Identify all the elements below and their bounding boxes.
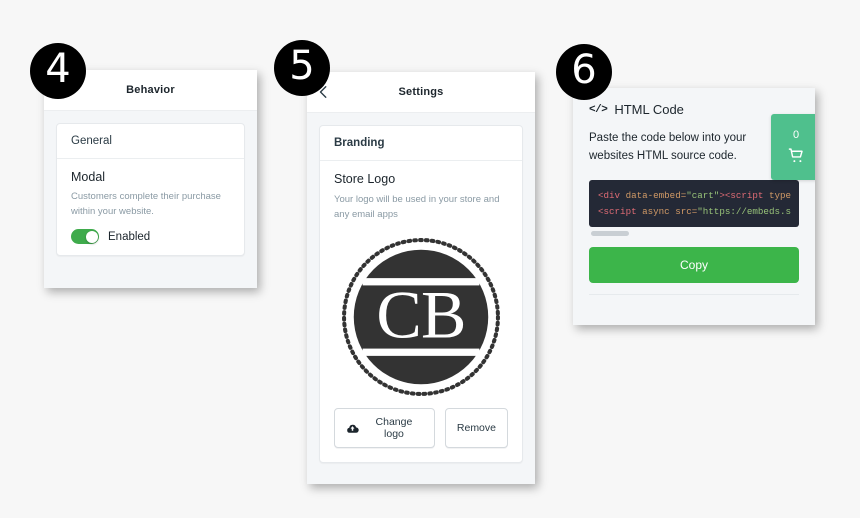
shopping-cart-icon bbox=[788, 147, 805, 164]
store-logo-title: Store Logo bbox=[334, 172, 396, 186]
branding-row: Branding bbox=[320, 126, 522, 161]
cart-count: 0 bbox=[792, 129, 800, 141]
code-line: <div data-embed="cart"><script type bbox=[598, 188, 799, 204]
code-horizontal-scrollbar[interactable] bbox=[591, 231, 629, 237]
general-row[interactable]: General bbox=[57, 124, 244, 159]
branding-card: Branding Store Logo Your logo will be us… bbox=[319, 125, 523, 464]
change-logo-button[interactable]: Change logo bbox=[334, 408, 435, 449]
store-logo-preview: CB bbox=[320, 222, 522, 408]
html-code-body: 0 </> HTML Code Paste the code below int… bbox=[573, 88, 815, 296]
modal-row: Modal Customers complete their purchase … bbox=[57, 159, 244, 255]
general-label: General bbox=[71, 135, 112, 147]
code-token: "cart" bbox=[686, 189, 720, 201]
cloud-upload-icon bbox=[346, 422, 359, 435]
code-brackets-icon: </> bbox=[589, 103, 608, 116]
html-code-panel: 0 </> HTML Code Paste the code below int… bbox=[573, 88, 815, 325]
behavior-card: General Modal Customers complete their p… bbox=[56, 123, 245, 257]
html-code-heading: </> HTML Code bbox=[589, 102, 799, 117]
toggle-label: Enabled bbox=[108, 230, 151, 243]
step-badge-6-number: 6 bbox=[571, 47, 597, 93]
code-line: <script async src="https://embeds.s bbox=[598, 204, 799, 220]
logo-actions: Change logo Remove bbox=[320, 408, 522, 462]
page-title: Settings bbox=[398, 86, 444, 98]
cart-widget[interactable]: 0 bbox=[771, 114, 815, 180]
modal-toggle-row: Enabled bbox=[71, 229, 230, 245]
code-token: <script bbox=[598, 205, 637, 217]
code-token: data-embed= bbox=[620, 189, 687, 201]
copy-button[interactable]: Copy bbox=[589, 247, 799, 284]
store-logo-row: Store Logo Your logo will be used in you… bbox=[320, 161, 522, 222]
step-badge-4: 4 bbox=[30, 43, 86, 99]
embed-code-block[interactable]: <div data-embed="cart"><script type <scr… bbox=[589, 179, 799, 228]
html-code-description: Paste the code below into your websites … bbox=[589, 132, 747, 163]
remove-logo-button[interactable]: Remove bbox=[444, 408, 508, 449]
store-logo-description: Your logo will be used in your store and… bbox=[334, 194, 500, 221]
behavior-panel: Behavior General Modal Customers complet… bbox=[44, 70, 257, 288]
step-badge-6: 6 bbox=[556, 44, 612, 100]
svg-text:CB: CB bbox=[376, 277, 465, 353]
step-badge-5-number: 5 bbox=[289, 43, 315, 89]
change-logo-label: Change logo bbox=[375, 416, 413, 441]
panel-divider bbox=[589, 294, 799, 296]
step-badge-4-number: 4 bbox=[45, 46, 71, 92]
modal-title: Modal bbox=[71, 170, 106, 184]
code-token: type bbox=[763, 189, 792, 201]
html-code-title: HTML Code bbox=[614, 102, 684, 117]
branding-label: Branding bbox=[334, 137, 385, 149]
code-token: async src= bbox=[636, 205, 698, 217]
page-title: Behavior bbox=[126, 84, 175, 96]
modal-description: Customers complete their purchase within… bbox=[71, 191, 221, 217]
modal-enabled-toggle[interactable] bbox=[71, 229, 99, 245]
settings-panel: Settings Branding Store Logo Your logo w… bbox=[307, 72, 535, 484]
step-badge-5: 5 bbox=[274, 40, 330, 96]
toggle-knob bbox=[85, 230, 98, 243]
cb-logo-icon: CB bbox=[342, 238, 500, 397]
settings-panel-header: Settings bbox=[307, 72, 535, 113]
code-token: ><script bbox=[719, 189, 764, 201]
code-token: <div bbox=[598, 189, 621, 201]
remove-logo-label: Remove bbox=[456, 422, 496, 435]
code-token: "https://embeds.s bbox=[697, 205, 791, 217]
